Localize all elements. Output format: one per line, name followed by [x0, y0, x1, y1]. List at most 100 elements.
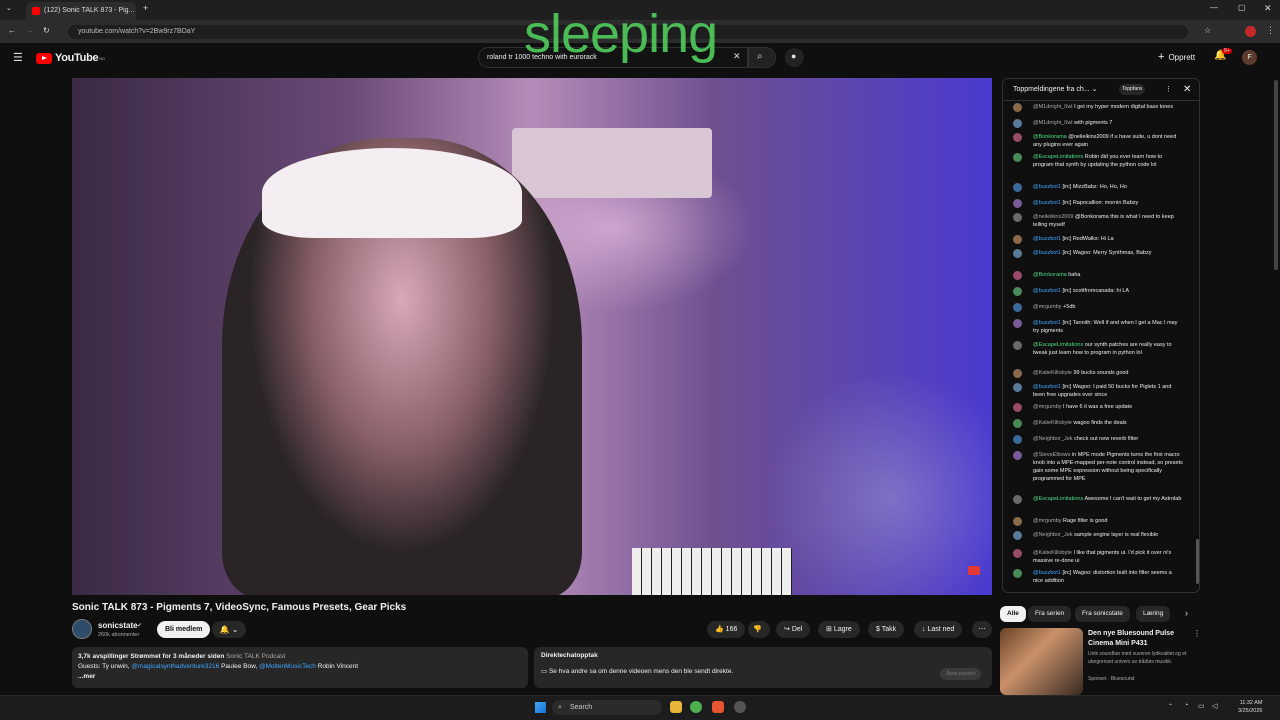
- forward-icon[interactable]: →: [26, 26, 34, 35]
- top-fans-badge[interactable]: Toppfans: [1119, 84, 1146, 95]
- chip-from-channel[interactable]: Fra sonicstate: [1075, 606, 1130, 622]
- chat-author-avatar[interactable]: [1013, 249, 1022, 258]
- more-actions-button[interactable]: ⋯: [972, 621, 992, 638]
- chat-author-name[interactable]: @SteveElbows: [1033, 452, 1070, 458]
- chat-author-name[interactable]: @buzzbot1: [1033, 384, 1061, 390]
- chat-author-avatar[interactable]: [1013, 517, 1022, 526]
- chat-author-name[interactable]: @Neighbor_Jek: [1033, 532, 1073, 538]
- search-button[interactable]: ⌕: [748, 47, 776, 68]
- chat-author-avatar[interactable]: [1013, 213, 1022, 222]
- ad-thumbnail[interactable]: [1000, 628, 1083, 695]
- chat-author-name[interactable]: @buzzbot1: [1033, 250, 1061, 256]
- chat-author-avatar[interactable]: [1013, 495, 1022, 504]
- chat-author-avatar[interactable]: [1013, 287, 1022, 296]
- chat-author-name[interactable]: @M1dnight_0wl: [1033, 104, 1073, 110]
- thanks-button[interactable]: $ Takk: [868, 621, 905, 638]
- back-icon[interactable]: ←: [8, 26, 16, 35]
- ad-title[interactable]: Den nye Bluesound Pulse Cinema Mini P431: [1088, 629, 1188, 649]
- voice-search-button[interactable]: ●: [785, 48, 804, 67]
- chat-menu-icon[interactable]: ⋮: [1165, 79, 1172, 101]
- chat-author-name[interactable]: @EscapeLimitations: [1033, 496, 1083, 502]
- chat-author-avatar[interactable]: [1013, 569, 1022, 578]
- chat-author-name[interactable]: @mrgumby: [1033, 404, 1062, 410]
- profile-icon[interactable]: [1245, 26, 1256, 37]
- subscribe-bell-button[interactable]: 🔔 ⌄: [212, 621, 246, 638]
- chat-author-name[interactable]: @buzzbot1: [1033, 184, 1061, 190]
- chat-author-avatar[interactable]: [1013, 383, 1022, 392]
- description-box[interactable]: 3,7k avspillinger Strømmet for 3 måneder…: [72, 647, 528, 688]
- chat-author-name[interactable]: @Neighbor_Jek: [1033, 436, 1073, 442]
- chat-author-name[interactable]: @KatieKillobyte: [1033, 420, 1072, 426]
- hamburger-menu-icon[interactable]: ☰: [13, 51, 23, 64]
- chat-author-avatar[interactable]: [1013, 133, 1022, 142]
- app-icon[interactable]: [734, 701, 746, 713]
- chat-author-name[interactable]: @buzzbot1: [1033, 570, 1061, 576]
- show-more-link[interactable]: ...mer: [78, 673, 95, 680]
- chat-author-avatar[interactable]: [1013, 235, 1022, 244]
- chat-author-name[interactable]: @buzzbot1: [1033, 320, 1061, 326]
- windows-start-icon[interactable]: [535, 702, 546, 713]
- youtube-logo[interactable]: YouTube NO: [36, 52, 105, 64]
- taskbar-search[interactable]: ⌕ Search: [552, 700, 662, 715]
- chat-author-name[interactable]: @KatieKillobyte: [1033, 370, 1072, 376]
- chat-author-avatar[interactable]: [1013, 103, 1022, 112]
- chat-author-avatar[interactable]: [1013, 271, 1022, 280]
- chat-author-name[interactable]: @buzzbot1: [1033, 288, 1061, 294]
- chat-author-name[interactable]: @KatieKillobyte: [1033, 550, 1072, 556]
- wifi-icon[interactable]: ◔: [1184, 702, 1188, 709]
- chat-author-avatar[interactable]: [1013, 549, 1022, 558]
- chat-author-avatar[interactable]: [1013, 303, 1022, 312]
- chat-mode-selector[interactable]: Toppmeldingene fra ch...: [1013, 86, 1090, 93]
- like-button[interactable]: 👍 166: [707, 621, 745, 638]
- video-player[interactable]: [72, 78, 992, 595]
- brave-icon[interactable]: [712, 701, 724, 713]
- browser-menu-icon[interactable]: ⋮: [1266, 25, 1275, 36]
- chrome-icon[interactable]: [690, 701, 702, 713]
- chat-author-name[interactable]: @EscapeLimitations: [1033, 342, 1083, 348]
- open-panel-button[interactable]: Åpne panelet: [940, 668, 982, 680]
- join-button[interactable]: Bli medlem: [157, 621, 211, 638]
- chip-learning[interactable]: Læring: [1136, 606, 1171, 622]
- chat-author-name[interactable]: @Bonkorama: [1033, 134, 1067, 140]
- channel-avatar[interactable]: [72, 619, 92, 639]
- chat-author-name[interactable]: @mrgumby: [1033, 518, 1062, 524]
- guest-link-2[interactable]: @MoltenMusicTech: [259, 663, 316, 670]
- guest-link-1[interactable]: @magicalsynthadventure3216: [131, 663, 219, 670]
- chat-author-avatar[interactable]: [1013, 183, 1022, 192]
- dislike-button[interactable]: 👎: [748, 621, 770, 638]
- browser-tab[interactable]: (122) Sonic TALK 873 - Pig...: [26, 2, 136, 20]
- create-button[interactable]: + Opprett: [1158, 51, 1195, 63]
- chat-author-avatar[interactable]: [1013, 435, 1022, 444]
- minimize-icon[interactable]: —: [1210, 3, 1218, 12]
- close-window-icon[interactable]: ✕: [1264, 3, 1272, 14]
- account-avatar[interactable]: F: [1242, 50, 1257, 65]
- new-tab-icon[interactable]: +: [143, 3, 148, 13]
- tray-chevron-icon[interactable]: ⌃: [1168, 703, 1173, 710]
- chat-author-avatar[interactable]: [1013, 341, 1022, 350]
- chevron-down-icon[interactable]: ⌄: [1092, 86, 1098, 93]
- maximize-icon[interactable]: ▢: [1238, 3, 1246, 12]
- chat-author-avatar[interactable]: [1013, 319, 1022, 328]
- battery-icon[interactable]: ▭: [1198, 702, 1205, 710]
- chat-author-avatar[interactable]: [1013, 419, 1022, 428]
- tab-menu-icon[interactable]: ⌄: [6, 4, 12, 12]
- reload-icon[interactable]: ↻: [43, 26, 50, 35]
- chevron-right-icon[interactable]: ›: [1185, 608, 1188, 618]
- chat-author-avatar[interactable]: [1013, 451, 1022, 460]
- chat-scrollbar[interactable]: [1196, 539, 1199, 584]
- chat-author-name[interactable]: @buzzbot1: [1033, 236, 1061, 242]
- chat-author-name[interactable]: @neilelkins2009: [1033, 214, 1073, 220]
- chat-author-avatar[interactable]: [1013, 369, 1022, 378]
- file-explorer-icon[interactable]: [670, 701, 682, 713]
- save-button[interactable]: ⊞ Lagre: [818, 621, 860, 638]
- system-clock[interactable]: 11:32 AM 3/25/2026: [1238, 699, 1262, 715]
- chat-author-name[interactable]: @M1dnight_0wl: [1033, 120, 1073, 126]
- clear-search-icon[interactable]: ✕: [733, 51, 741, 62]
- chat-author-name[interactable]: @EscapeLimitations: [1033, 154, 1083, 160]
- share-button[interactable]: ↪ Del: [776, 621, 811, 638]
- chat-author-avatar[interactable]: [1013, 531, 1022, 540]
- chat-author-avatar[interactable]: [1013, 403, 1022, 412]
- chip-all[interactable]: Alle: [1000, 606, 1026, 622]
- download-button[interactable]: ↓ Last ned: [914, 621, 963, 638]
- volume-icon[interactable]: ◁: [1212, 702, 1217, 710]
